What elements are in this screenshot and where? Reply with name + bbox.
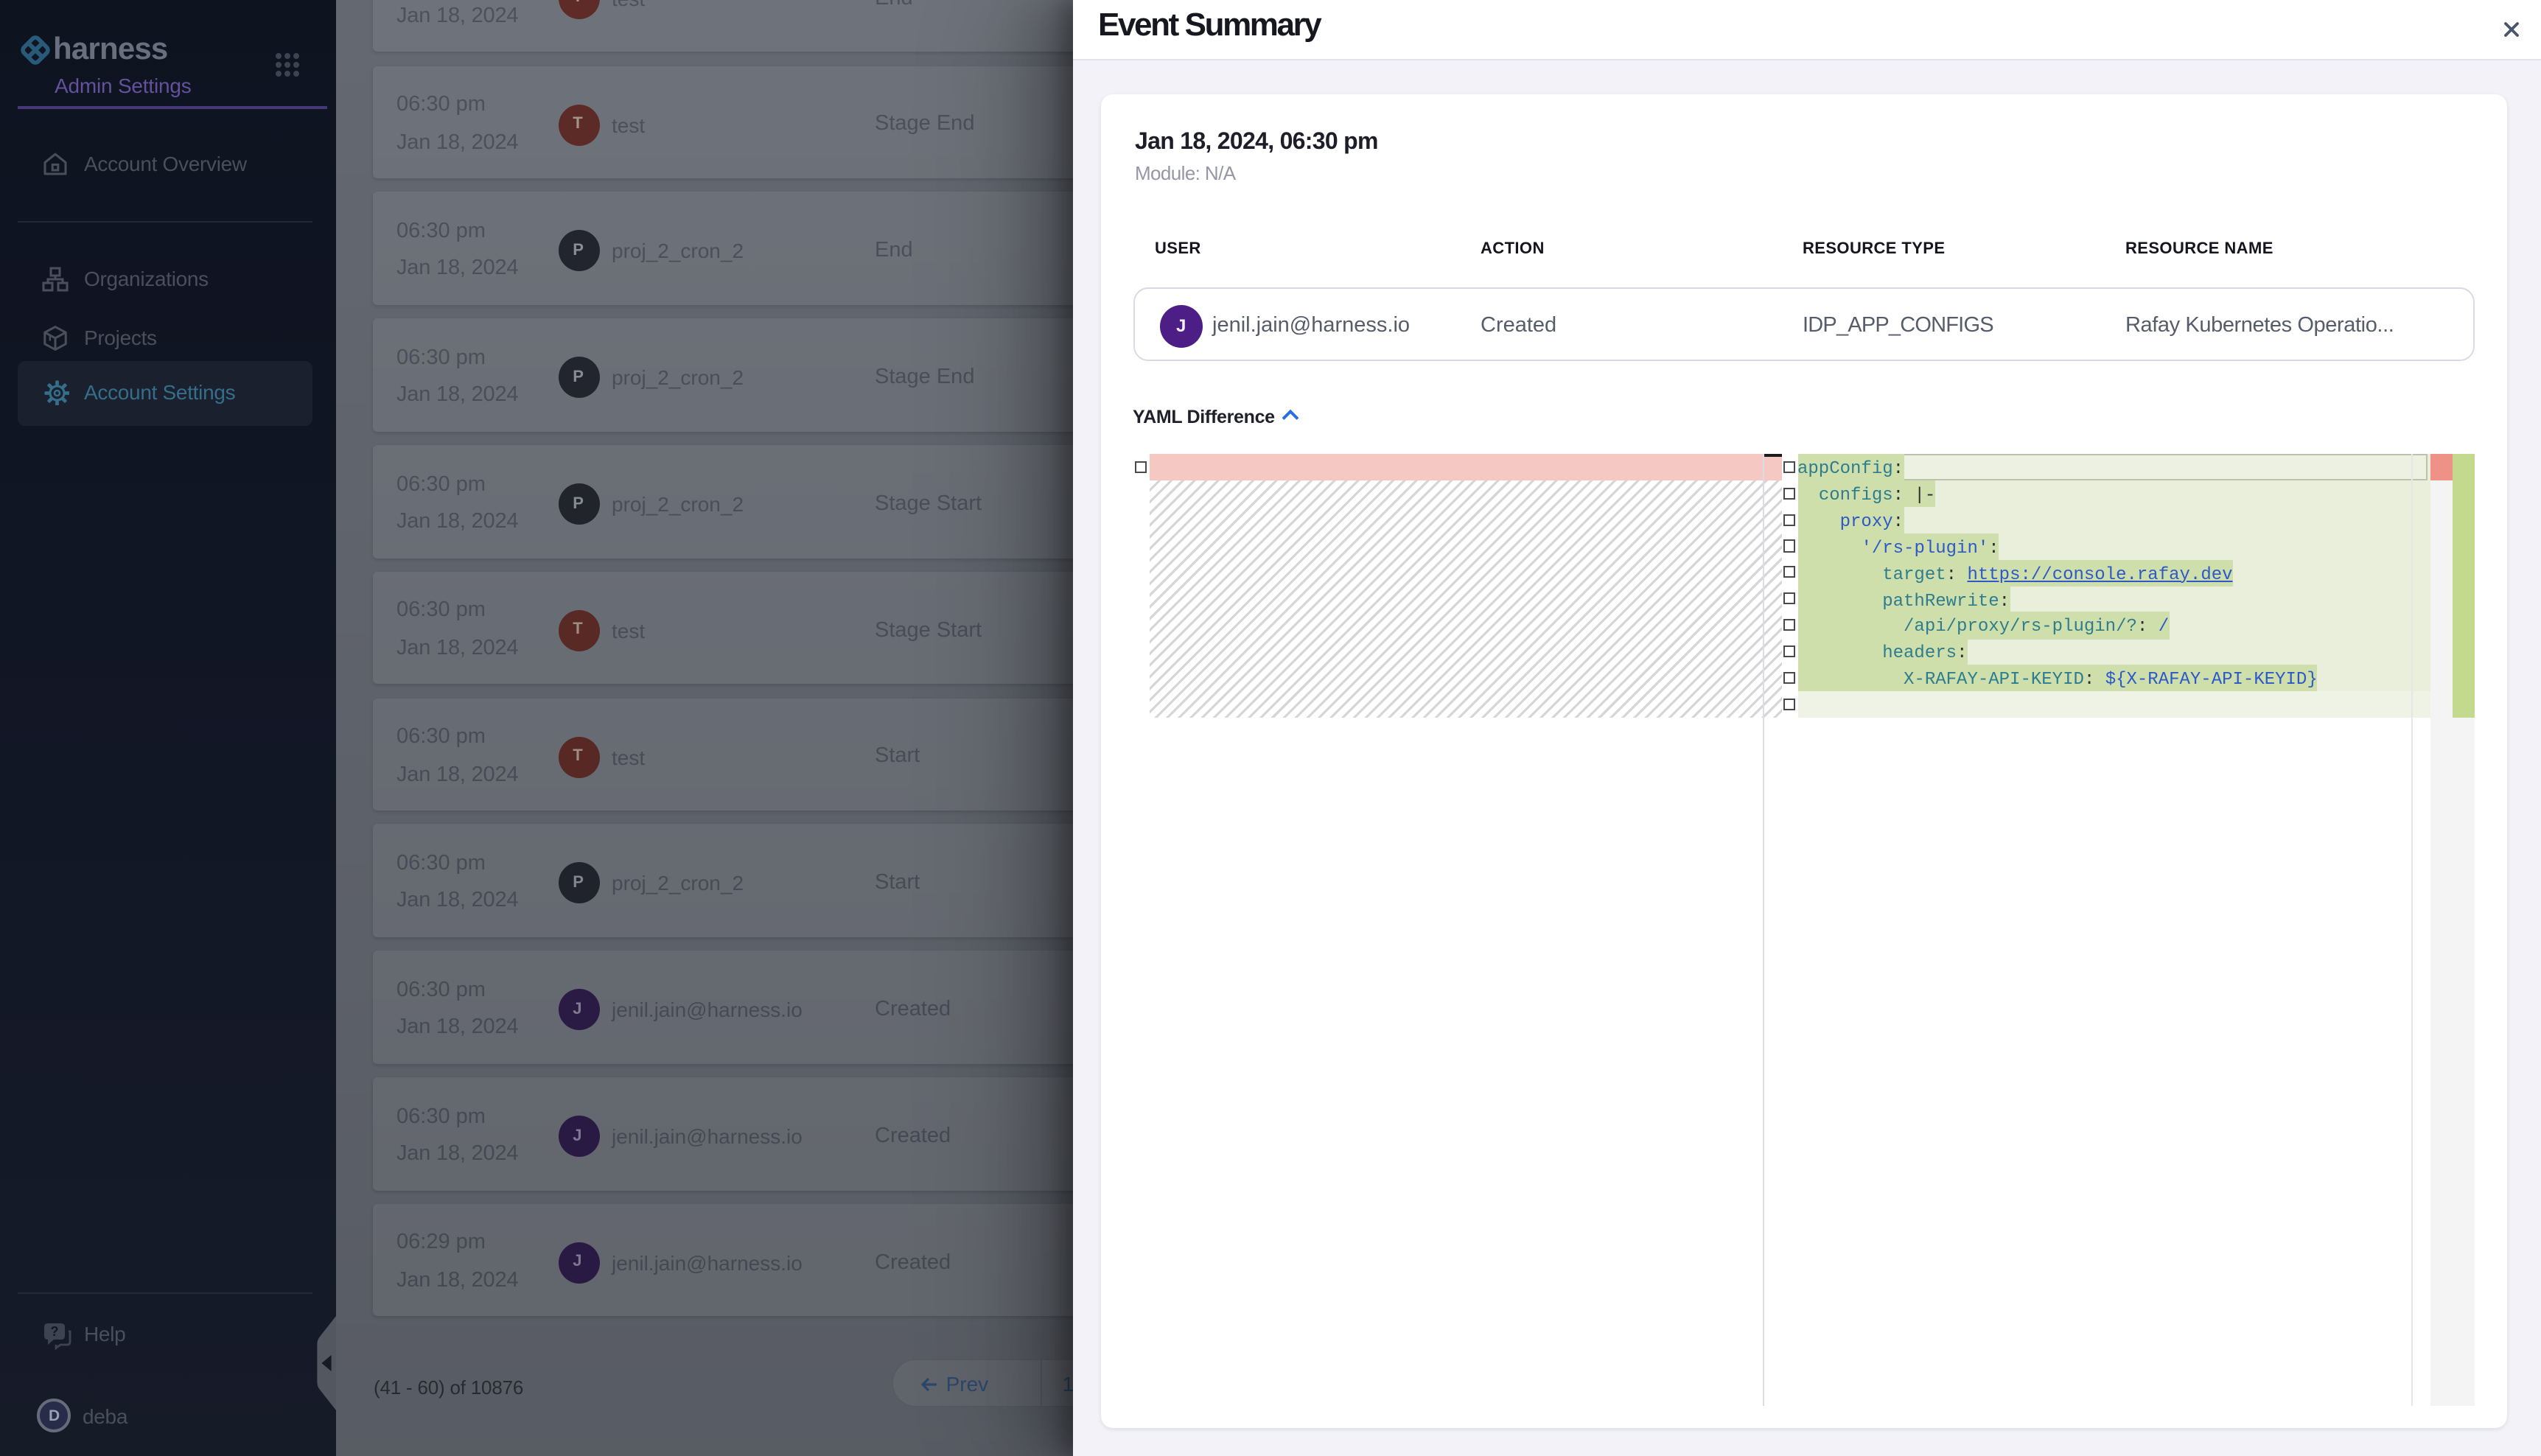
- svg-text:?: ?: [51, 1323, 59, 1338]
